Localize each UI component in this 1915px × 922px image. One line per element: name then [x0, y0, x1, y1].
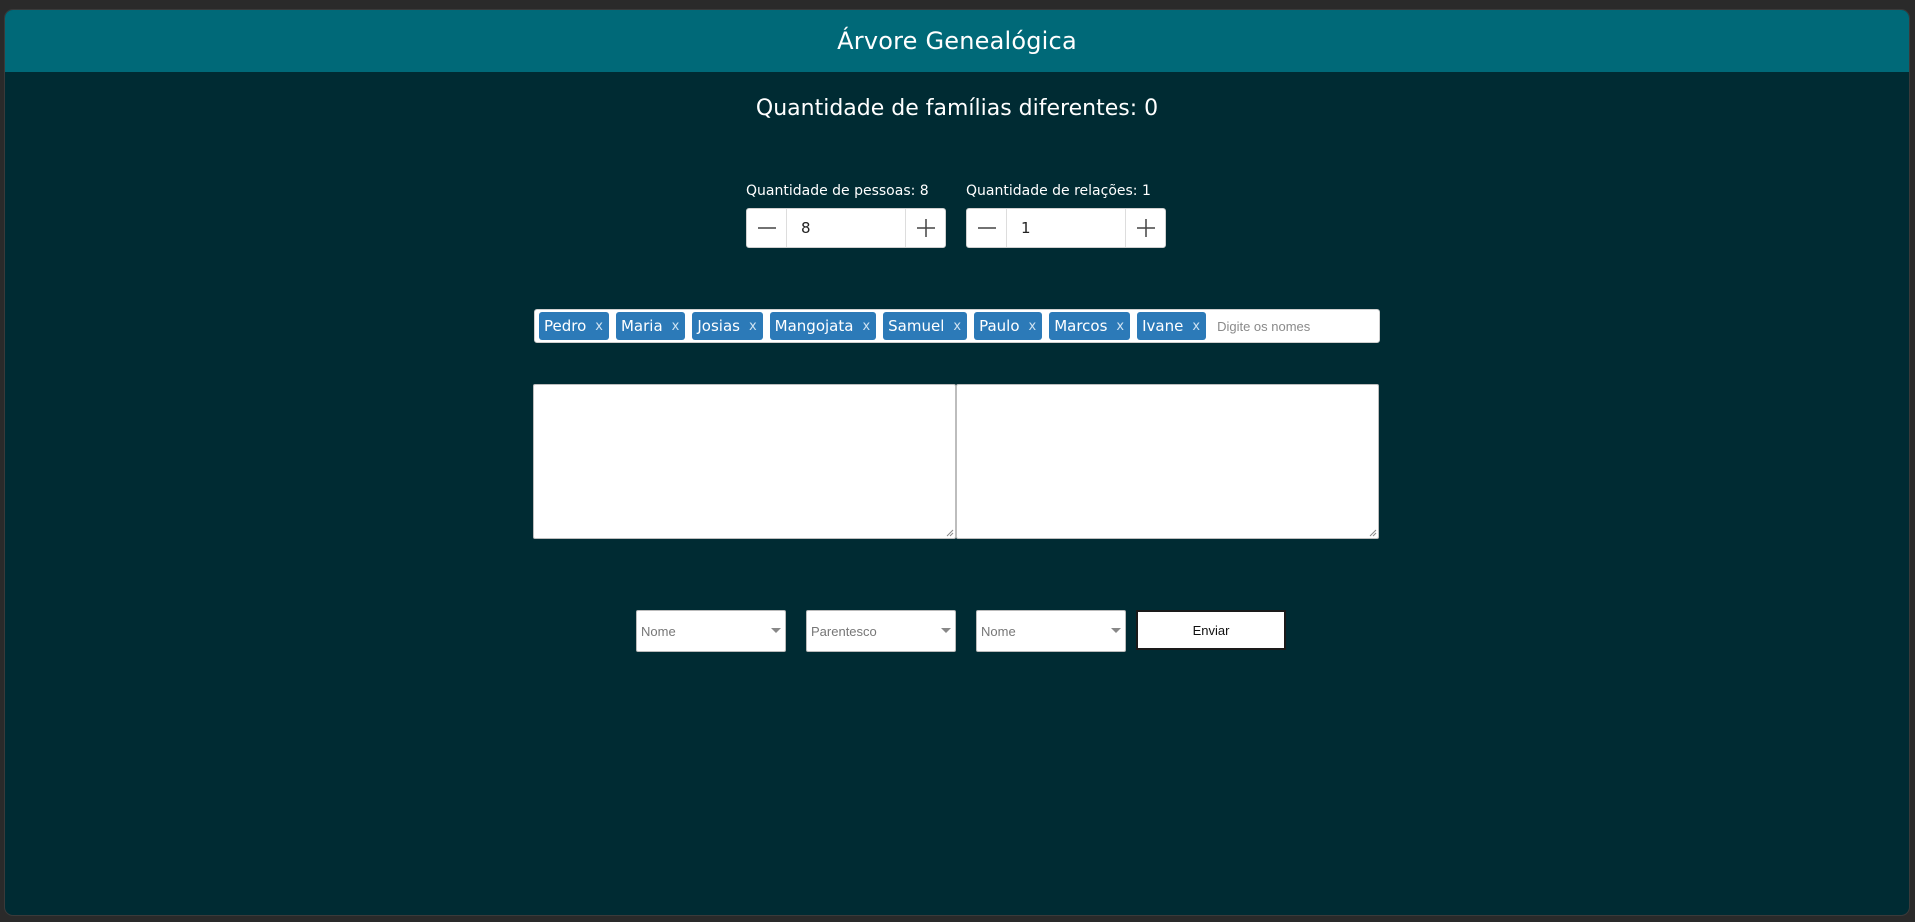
name-tag: Paulo x [974, 312, 1043, 340]
relations-stepper-group: Quantidade de relações: 1 1 [966, 180, 1166, 248]
relations-stepper: 1 [966, 208, 1166, 248]
name-tag-label: Mangojata [774, 317, 854, 335]
remove-tag-icon[interactable]: x [595, 319, 603, 334]
name-tag-label: Marcos [1054, 317, 1108, 335]
name-tag: Pedro x [539, 312, 609, 340]
plus-icon [916, 219, 935, 237]
people-stepper-group: Quantidade de pessoas: 8 8 [746, 180, 946, 248]
families-count-value: 0 [1144, 96, 1159, 121]
plus-icon [1136, 219, 1155, 237]
first-name-select-value: Nome [641, 623, 676, 639]
remove-tag-icon[interactable]: x [749, 319, 757, 334]
relations-label-count: 1 [1141, 183, 1151, 199]
resize-grip-icon[interactable] [1369, 529, 1377, 537]
people-quantity-input[interactable]: 8 [787, 209, 905, 247]
name-tag: Ivane x [1137, 312, 1207, 340]
people-label-text: Quantidade de pessoas: [746, 183, 916, 199]
name-tag-label: Samuel [888, 317, 945, 335]
remove-tag-icon[interactable]: x [1192, 319, 1200, 334]
name-tag-label: Pedro [544, 317, 587, 335]
minus-icon [757, 227, 776, 229]
name-tag-label: Paulo [979, 317, 1020, 335]
families-count-label: Quantidade de famílias diferentes: [755, 96, 1138, 121]
remove-tag-icon[interactable]: x [672, 319, 680, 334]
submit-button[interactable]: Enviar [1136, 610, 1286, 650]
remove-tag-icon[interactable]: x [1029, 319, 1037, 334]
families-count: Quantidade de famílias diferentes: 0 [5, 96, 1909, 121]
name-tag: Marcos x [1049, 312, 1131, 340]
minus-icon [977, 227, 996, 229]
second-name-select-value: Nome [981, 623, 1016, 639]
remove-tag-icon[interactable]: x [1116, 319, 1124, 334]
remove-tag-icon[interactable]: x [862, 319, 870, 334]
app-window: Árvore Genealógica Quantidade de família… [5, 10, 1909, 915]
resize-grip-icon[interactable] [946, 529, 954, 537]
kinship-select-value: Parentesco [811, 623, 877, 639]
people-label-count: 8 [919, 183, 929, 199]
name-tag: Samuel x [883, 312, 968, 340]
name-tag-label: Josias [697, 317, 740, 335]
people-increment-button[interactable] [905, 209, 945, 247]
name-tag-label: Maria [620, 317, 663, 335]
relations-label-text: Quantidade de relações: [966, 183, 1138, 199]
people-count-label: Quantidade de pessoas: 8 [746, 180, 946, 202]
relations-quantity-input[interactable]: 1 [1007, 209, 1125, 247]
right-textarea[interactable] [956, 384, 1379, 539]
first-name-select[interactable]: Nome [636, 610, 786, 652]
remove-tag-icon[interactable]: x [953, 319, 961, 334]
relations-increment-button[interactable] [1125, 209, 1165, 247]
left-textarea[interactable] [533, 384, 956, 539]
name-tag: Mangojata x [769, 312, 877, 340]
name-tag: Maria x [615, 312, 686, 340]
relations-decrement-button[interactable] [967, 209, 1007, 247]
people-stepper: 8 [746, 208, 946, 248]
people-decrement-button[interactable] [747, 209, 787, 247]
second-name-select[interactable]: Nome [976, 610, 1126, 652]
kinship-select[interactable]: Parentesco [806, 610, 956, 652]
names-tag-input[interactable]: Pedro x Maria x Josias x Mangojata x Sam… [534, 309, 1380, 343]
names-input-placeholder[interactable]: Digite os nomes [1217, 319, 1310, 334]
name-tag: Josias x [692, 312, 763, 340]
app-header: Árvore Genealógica [5, 10, 1909, 72]
app-title: Árvore Genealógica [837, 27, 1077, 55]
chevron-down-icon [1111, 628, 1121, 633]
relations-count-label: Quantidade de relações: 1 [966, 180, 1166, 202]
chevron-down-icon [941, 628, 951, 633]
name-tag-label: Ivane [1142, 317, 1184, 335]
chevron-down-icon [771, 628, 781, 633]
